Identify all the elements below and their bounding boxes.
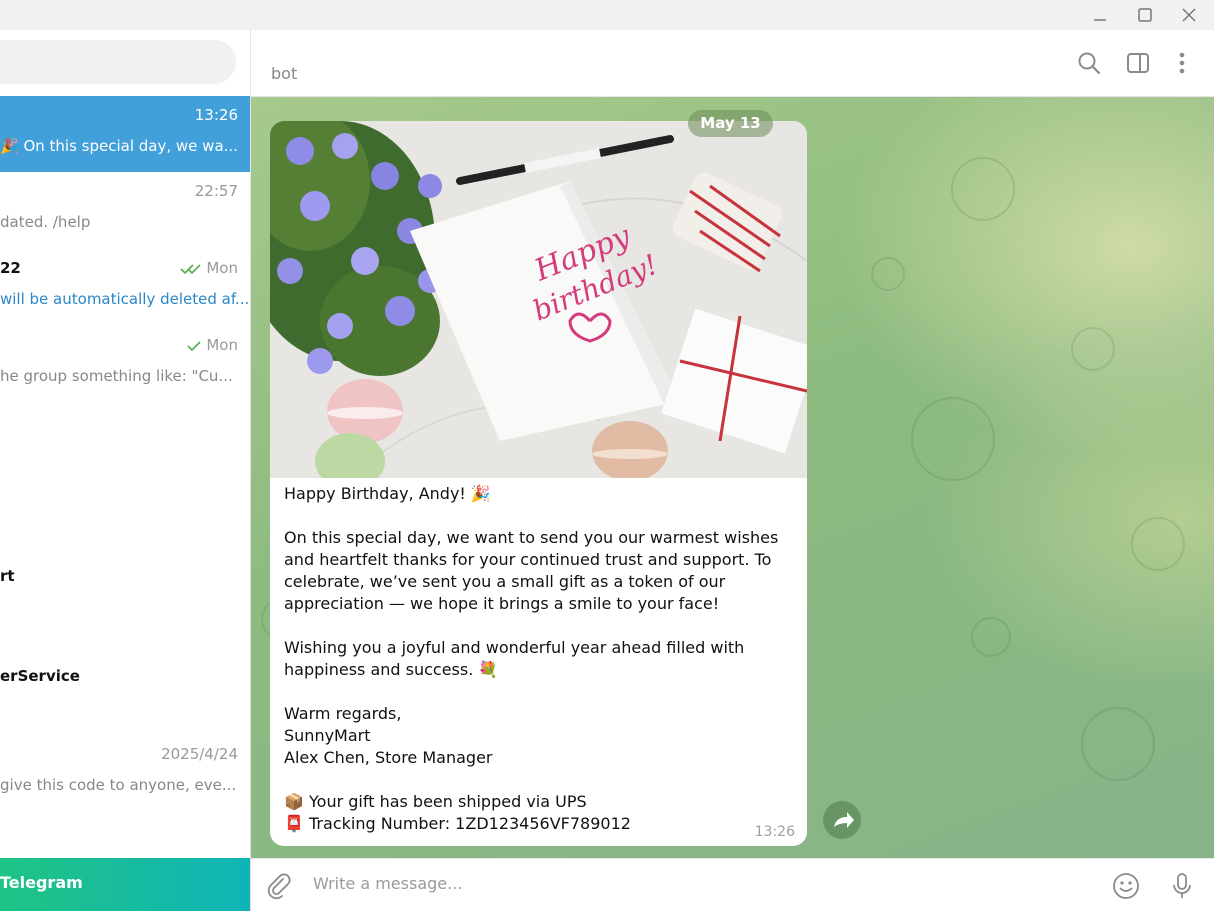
- more-icon: [1179, 52, 1185, 74]
- attach-icon: [267, 873, 291, 900]
- chat-name: erService: [0, 667, 80, 685]
- chat-list-item[interactable]: 13:26 🎉 On this special day, we wa...: [0, 96, 250, 172]
- chat-time: Mon: [180, 259, 238, 277]
- birthday-card-photo: Happy birthday!: [270, 121, 807, 478]
- message-input[interactable]: Write a message...: [313, 874, 462, 893]
- background-doodle: [951, 157, 1015, 221]
- minimize-button[interactable]: [1088, 3, 1112, 27]
- chat-preview: 🎉 On this special day, we wa...: [0, 137, 238, 155]
- microphone-button[interactable]: [1168, 872, 1196, 900]
- attach-button[interactable]: [265, 872, 293, 900]
- message-composer: Write a message...: [251, 858, 1214, 912]
- chat-list-item[interactable]: 22 Mon will be automatically deleted af.…: [0, 249, 250, 325]
- chat-list-item[interactable]: rt: [0, 557, 250, 633]
- chat-list-item[interactable]: Mon he group something like: "Cu...: [0, 326, 250, 402]
- chat-list-sidebar: 13:26 🎉 On this special day, we wa... 22…: [0, 30, 251, 911]
- message-time: 13:26: [754, 824, 795, 840]
- close-icon: [1182, 8, 1196, 22]
- date-badge: May 13: [688, 110, 773, 137]
- search-icon: [1078, 52, 1101, 75]
- banner-label: Telegram: [0, 873, 83, 892]
- chat-name: rt: [0, 567, 15, 585]
- background-doodle: [1131, 517, 1185, 571]
- maximize-icon: [1138, 8, 1152, 22]
- chat-preview: will be automatically deleted af...: [0, 290, 250, 308]
- microphone-icon: [1173, 873, 1191, 898]
- maximize-button[interactable]: [1133, 3, 1157, 27]
- chat-time: 2025/4/24: [161, 745, 238, 763]
- chat-preview: he group something like: "Cu...: [0, 367, 233, 385]
- chat-name: 22: [0, 259, 21, 277]
- chat-list-item[interactable]: 22:57 dated. /help: [0, 172, 250, 248]
- chat-time: 22:57: [194, 182, 238, 200]
- emoji-button[interactable]: [1112, 872, 1140, 900]
- emoji-icon: [1113, 873, 1139, 899]
- chat-title[interactable]: bot: [271, 64, 297, 83]
- background-doodle: [971, 617, 1011, 657]
- window-titlebar: [0, 0, 1214, 31]
- check-icon: [187, 340, 201, 351]
- minimize-icon: [1094, 19, 1106, 21]
- message-text: Happy Birthday, Andy! 🎉 On this special …: [284, 484, 779, 833]
- chat-list-item[interactable]: 2025/4/24 give this code to anyone, eve.…: [0, 735, 250, 811]
- background-doodle: [911, 397, 995, 481]
- search-button[interactable]: [1076, 50, 1102, 76]
- background-doodle: [1081, 707, 1155, 781]
- more-button[interactable]: [1169, 50, 1195, 76]
- message-photo[interactable]: Happy birthday!: [270, 121, 807, 478]
- forward-icon: [834, 812, 854, 828]
- party-popper-icon: 🎉: [0, 137, 24, 155]
- telegram-banner[interactable]: Telegram: [0, 858, 250, 911]
- search-input[interactable]: [0, 40, 236, 84]
- message-bubble[interactable]: Happy birthday! Happy Birthday, Andy! 🎉 …: [270, 121, 807, 846]
- close-button[interactable]: [1177, 3, 1201, 27]
- chat-time: Mon: [186, 336, 238, 354]
- chat-list-item[interactable]: erService: [0, 657, 250, 733]
- chat-preview: dated. /help: [0, 213, 91, 231]
- chat-header: bot: [251, 30, 1214, 97]
- sidebar-toggle-button[interactable]: [1125, 50, 1151, 76]
- chat-preview: give this code to anyone, eve...: [0, 776, 237, 794]
- chat-time: 13:26: [194, 106, 238, 124]
- background-doodle: [871, 257, 905, 291]
- forward-button[interactable]: [823, 801, 861, 839]
- background-doodle: [1071, 327, 1115, 371]
- sidebar-toggle-icon: [1127, 53, 1149, 73]
- double-check-icon: [180, 263, 201, 274]
